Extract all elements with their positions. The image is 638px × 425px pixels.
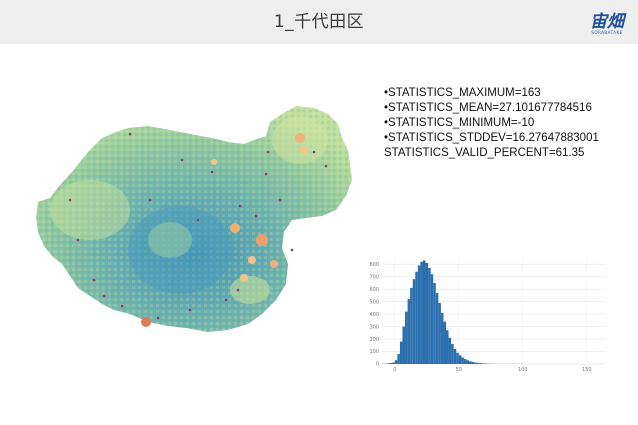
histogram-bar — [430, 274, 434, 364]
y-tick-label: 0 — [376, 362, 379, 368]
stat-stddev: •STATISTICS_STDDEV=16.27647883001 — [384, 132, 599, 144]
histogram-bar — [407, 299, 411, 364]
stat-mean: •STATISTICS_MEAN=27.101677784516 — [384, 102, 592, 114]
histogram-bar — [463, 359, 467, 364]
histogram-y-ticks: 0 100 200 300 400 500 600 700 800 — [369, 262, 379, 368]
histogram-bar — [446, 330, 449, 364]
histogram-bar — [415, 271, 418, 364]
histogram-bar — [476, 362, 480, 364]
histogram-bar — [471, 362, 475, 364]
histogram-bar — [469, 361, 472, 364]
raster-map-svg — [36, 106, 352, 332]
histogram-x-ticks: 0 50 100 150 — [393, 367, 591, 373]
histogram-bar — [417, 265, 421, 364]
y-tick-label: 500 — [369, 299, 379, 305]
histogram-bar — [448, 337, 452, 364]
histogram-bar — [466, 360, 470, 364]
x-tick-label: 100 — [518, 367, 528, 373]
histogram-bar — [479, 363, 482, 364]
x-tick-label: 150 — [582, 367, 592, 373]
sorabatake-logo: 宙畑 SORABATAKE — [583, 5, 631, 39]
raster-map — [30, 100, 370, 350]
y-tick-label: 100 — [369, 349, 379, 355]
histogram-chart: 0 100 200 300 400 500 600 700 800 0 50 100 150 — [366, 252, 612, 374]
histogram-bar — [402, 326, 406, 364]
histogram-bar — [458, 355, 462, 364]
histogram-bar — [392, 362, 395, 364]
histogram-bar — [435, 292, 439, 364]
statistics-text: •STATISTICS_MAXIMUM=163 •STATISTICS_MEAN… — [384, 86, 634, 161]
y-tick-label: 300 — [369, 324, 379, 330]
y-tick-label: 400 — [369, 312, 379, 318]
histogram-bar — [456, 352, 459, 364]
histogram-bar — [451, 344, 454, 364]
histogram-bar — [433, 282, 436, 364]
histogram-bar — [405, 311, 408, 364]
logo-subtext: SORABATAKE — [591, 30, 623, 35]
histogram-bar — [399, 341, 403, 364]
histogram-bar — [387, 363, 390, 364]
histogram-bar — [443, 321, 446, 364]
stat-valid-percent: STATISTICS_VALID_PERCENT=61.35 — [384, 147, 585, 159]
histogram-bar — [410, 287, 413, 364]
histogram-bar — [425, 262, 429, 364]
histogram-bar — [420, 261, 423, 364]
histogram-bar — [481, 363, 485, 364]
page-title: 1_千代田区 — [273, 12, 365, 32]
histogram-bar — [389, 363, 393, 364]
histogram-svg: 0 100 200 300 400 500 600 700 800 0 50 100 150 — [369, 258, 606, 373]
histogram-bar — [428, 267, 431, 364]
histogram-bar — [397, 354, 400, 364]
stat-maximum: •STATISTICS_MAXIMUM=163 — [384, 87, 541, 99]
y-tick-label: 700 — [369, 274, 379, 280]
y-tick-label: 200 — [369, 337, 379, 343]
histogram-bar — [461, 357, 464, 364]
ward-raster — [36, 106, 352, 332]
histogram-bar — [422, 260, 426, 364]
histogram-bar — [438, 302, 441, 364]
y-tick-label: 800 — [369, 262, 379, 268]
histogram-bars — [382, 260, 603, 364]
logo-text: 宙畑 — [590, 12, 624, 32]
histogram-bar — [453, 349, 457, 364]
x-tick-label: 50 — [456, 367, 462, 373]
histogram-bar — [412, 279, 416, 364]
histogram-bar — [394, 360, 398, 364]
histogram-bar — [440, 312, 444, 364]
x-tick-label: 0 — [393, 367, 396, 373]
y-tick-label: 600 — [369, 287, 379, 293]
stat-minimum: •STATISTICS_MINIMUM=-10 — [384, 117, 535, 129]
histogram-bar — [474, 362, 477, 364]
